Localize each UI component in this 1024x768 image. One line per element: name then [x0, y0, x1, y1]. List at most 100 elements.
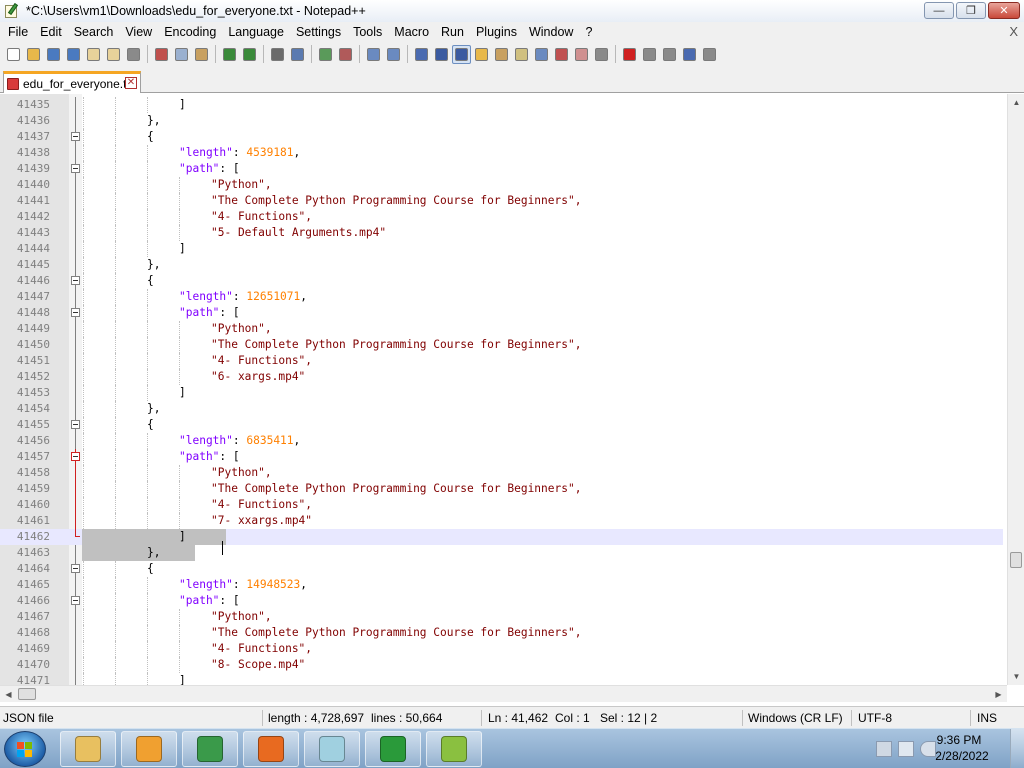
- menu-help[interactable]: ?: [579, 22, 598, 42]
- code-line[interactable]: 41462]: [0, 529, 1003, 555]
- menu-tools[interactable]: Tools: [347, 22, 388, 42]
- paste-button[interactable]: [192, 45, 211, 64]
- show-desktop-button[interactable]: [1010, 729, 1024, 768]
- horizontal-scrollbar[interactable]: ◀ ▶: [0, 685, 1007, 702]
- folder-workspace-button[interactable]: [532, 45, 551, 64]
- fold-toggle-icon[interactable]: [70, 449, 81, 465]
- code-line[interactable]: 41466 "path": [: [0, 593, 1003, 609]
- code-line[interactable]: 41444]: [0, 241, 1003, 257]
- tab-close-icon[interactable]: ✕: [125, 77, 137, 89]
- code-line[interactable]: 41440 "Python",: [0, 177, 1003, 193]
- sync-vertical-button[interactable]: [364, 45, 383, 64]
- stop-macro-button[interactable]: [640, 45, 659, 64]
- code-line[interactable]: 41445},: [0, 257, 1003, 273]
- menu-edit[interactable]: Edit: [34, 22, 68, 42]
- code-line[interactable]: 41468 "The Complete Python Programming Co…: [0, 625, 1003, 641]
- fold-toggle-icon[interactable]: [70, 129, 81, 145]
- code-line[interactable]: 41439 "path": [: [0, 161, 1003, 177]
- code-line[interactable]: 41449 "Python",: [0, 321, 1003, 337]
- status-eol[interactable]: Windows (CR LF): [748, 707, 843, 729]
- status-encoding[interactable]: UTF-8: [858, 707, 892, 729]
- code-line[interactable]: 41469 "4- Functions",: [0, 641, 1003, 657]
- code-line[interactable]: 41435]: [0, 97, 1003, 113]
- user-language-button[interactable]: [472, 45, 491, 64]
- save-macro-button[interactable]: [700, 45, 719, 64]
- code-line[interactable]: 41441 "The Complete Python Programming Co…: [0, 193, 1003, 209]
- vertical-scrollbar[interactable]: ▲ ▼: [1007, 94, 1024, 685]
- play-macro-button[interactable]: [660, 45, 679, 64]
- menu-search[interactable]: Search: [68, 22, 120, 42]
- code-line[interactable]: 41446 {: [0, 273, 1003, 289]
- start-button[interactable]: [4, 731, 46, 767]
- copy-button[interactable]: [172, 45, 191, 64]
- tab-edu-for-everyone[interactable]: edu_for_everyone.txt ✕: [3, 71, 141, 93]
- vertical-scroll-thumb[interactable]: [1010, 552, 1022, 568]
- horizontal-scroll-thumb[interactable]: [18, 688, 36, 700]
- code-line[interactable]: 41458 "Python",: [0, 465, 1003, 481]
- close-all-button[interactable]: [104, 45, 123, 64]
- open-file-button[interactable]: [24, 45, 43, 64]
- zoom-in-button[interactable]: [316, 45, 335, 64]
- fold-toggle-icon[interactable]: [70, 561, 81, 577]
- code-line[interactable]: 41454},: [0, 401, 1003, 417]
- code-line[interactable]: 41451 "4- Functions",: [0, 353, 1003, 369]
- code-view[interactable]: 41435] 41436}, 41437{41438 "length": 453918…: [0, 97, 1003, 688]
- fold-toggle-icon[interactable]: [70, 161, 81, 177]
- show-all-characters-button[interactable]: [432, 45, 451, 64]
- menu-run[interactable]: Run: [435, 22, 470, 42]
- editor-area[interactable]: 41435] 41436}, 41437{41438 "length": 453918…: [0, 94, 1024, 688]
- code-line[interactable]: 41457 "path": [: [0, 449, 1003, 465]
- function-list-button[interactable]: [512, 45, 531, 64]
- code-line[interactable]: 41453]: [0, 385, 1003, 401]
- code-line[interactable]: 41443 "5- Default Arguments.mp4": [0, 225, 1003, 241]
- code-line[interactable]: 41438 "length": 4539181,: [0, 145, 1003, 161]
- fold-toggle-icon[interactable]: [70, 417, 81, 433]
- run-macro-multiple-button[interactable]: [680, 45, 699, 64]
- menu-plugins[interactable]: Plugins: [470, 22, 523, 42]
- close-document-x[interactable]: X: [1009, 22, 1018, 42]
- code-line[interactable]: 41447 "length": 12651071,: [0, 289, 1003, 305]
- code-line[interactable]: 41442 "4- Functions",: [0, 209, 1003, 225]
- replace-button[interactable]: [288, 45, 307, 64]
- cut-button[interactable]: [152, 45, 171, 64]
- scroll-up-arrow-icon[interactable]: ▲: [1008, 94, 1024, 111]
- indent-guide-button[interactable]: [452, 44, 471, 64]
- menu-encoding[interactable]: Encoding: [158, 22, 222, 42]
- code-line[interactable]: 41448 "path": [: [0, 305, 1003, 321]
- fold-toggle-icon[interactable]: [70, 273, 81, 289]
- minimize-button[interactable]: —: [924, 2, 954, 19]
- record-macro-button[interactable]: [620, 45, 639, 64]
- notepadpp-taskbar-button[interactable]: [426, 731, 482, 767]
- clock-date[interactable]: 2/28/2022: [922, 749, 1002, 763]
- media-player-taskbar-button[interactable]: [121, 731, 177, 767]
- word-wrap-button[interactable]: [412, 45, 431, 64]
- close-window-button[interactable]: ✕: [988, 2, 1020, 19]
- zoom-out-button[interactable]: [336, 45, 355, 64]
- sync-horizontal-button[interactable]: [384, 45, 403, 64]
- code-line[interactable]: 41456 "length": 6835411,: [0, 433, 1003, 449]
- restore-button[interactable]: ❐: [956, 2, 986, 19]
- code-line[interactable]: 41452 "6- xargs.mp4": [0, 369, 1003, 385]
- code-line[interactable]: 41470 "8- Scope.mp4": [0, 657, 1003, 673]
- scroll-right-arrow-icon[interactable]: ▶: [990, 686, 1007, 703]
- code-line[interactable]: 41461 "7- xxargs.mp4": [0, 513, 1003, 529]
- scroll-down-arrow-icon[interactable]: ▼: [1008, 668, 1024, 685]
- code-line[interactable]: 41455 {: [0, 417, 1003, 433]
- menu-window[interactable]: Window: [523, 22, 579, 42]
- notepadpp-app-icon[interactable]: [4, 2, 20, 19]
- monitoring-button[interactable]: [572, 45, 591, 64]
- code-line[interactable]: 41467 "Python",: [0, 609, 1003, 625]
- close-button[interactable]: [84, 45, 103, 64]
- menu-file[interactable]: File: [2, 22, 34, 42]
- code-line[interactable]: 41465 "length": 14948523,: [0, 577, 1003, 593]
- menu-macro[interactable]: Macro: [388, 22, 435, 42]
- explorer-taskbar-button[interactable]: [60, 731, 116, 767]
- clock-time[interactable]: 9:36 PM: [924, 733, 994, 747]
- code-line[interactable]: 41450 "The Complete Python Programming Co…: [0, 337, 1003, 353]
- notepad-taskbar-button[interactable]: [304, 731, 360, 767]
- network-icon[interactable]: [898, 741, 914, 757]
- action-center-flag-icon[interactable]: [876, 741, 892, 757]
- find-button[interactable]: [268, 45, 287, 64]
- doc-map-button[interactable]: [492, 45, 511, 64]
- menu-view[interactable]: View: [119, 22, 158, 42]
